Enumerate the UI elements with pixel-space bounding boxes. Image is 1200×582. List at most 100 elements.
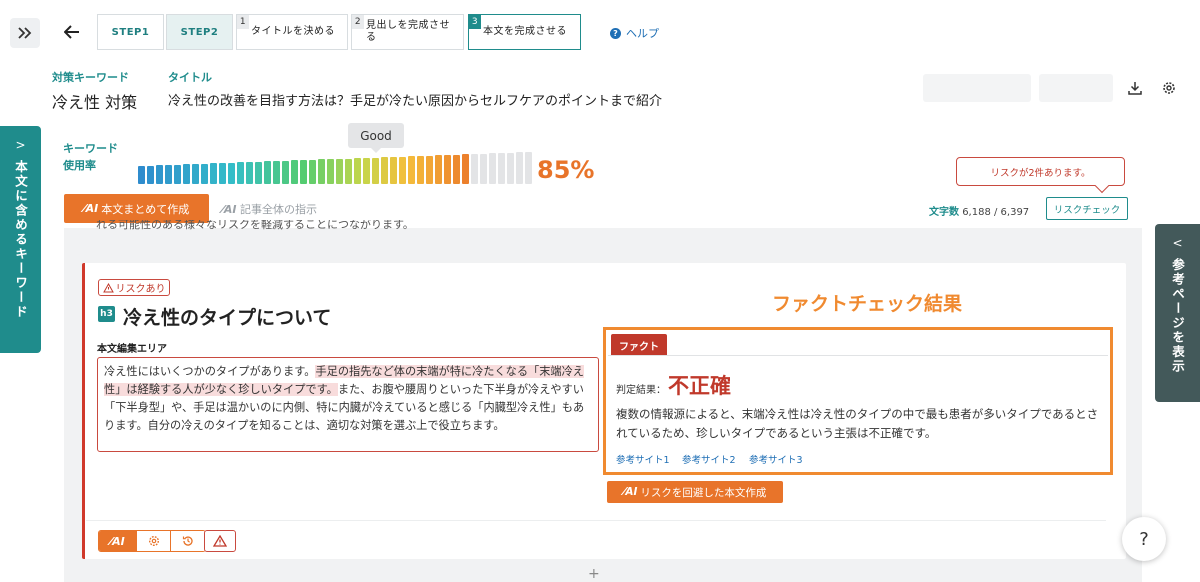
usage-meter-segment (192, 164, 199, 184)
usage-meter-segment (246, 162, 253, 184)
body-text-editor[interactable]: 冷え性にはいくつかのタイプがあります。手足の指先など体の末端が特に冷たくなる「末… (97, 357, 599, 452)
risk-badge: リスクあり (98, 279, 170, 296)
usage-tooltip: Good (348, 123, 404, 153)
usage-meter-segment (336, 159, 343, 184)
expand-sidebar-button[interactable] (10, 18, 40, 48)
download-button[interactable] (1125, 78, 1145, 98)
body-area-label: 本文編集エリア (97, 344, 167, 355)
gear-icon (148, 535, 159, 547)
usage-meter-segment (165, 165, 172, 184)
usage-percent: 85% (537, 156, 595, 184)
risk-check-button[interactable]: リスクチェック (1046, 197, 1128, 220)
usage-meter-segment (363, 158, 370, 184)
usage-meter-segment (219, 163, 226, 184)
button-label: リスクを回避した本文作成 (640, 486, 767, 499)
body-text: 冷え性にはいくつかのタイプがあります。 (104, 365, 316, 378)
ai-generate-all-button[interactable]: ⁄AI 本文まとめて作成 (64, 194, 209, 223)
step-label: STEP1 (111, 26, 150, 38)
risk-warning-button[interactable] (204, 530, 236, 552)
usage-meter-segment (489, 153, 496, 184)
step-2-tab[interactable]: STEP2 (166, 14, 233, 50)
usage-meter-segment (498, 153, 505, 184)
divider (608, 355, 1108, 356)
faded-text: れる可能性のある様々なリスクを軽減することにつながります。 (96, 220, 414, 231)
usage-meter-segment (201, 164, 208, 184)
step-1-tab[interactable]: STEP1 (97, 14, 164, 50)
usage-meter-segment (435, 155, 442, 184)
button-label: 本文まとめて作成 (101, 202, 190, 216)
risk-badge-label: リスクあり (115, 284, 166, 295)
arrow-left-icon (64, 25, 79, 39)
usage-meter-segment (264, 161, 271, 184)
help-link[interactable]: ? ヘルプ (610, 25, 659, 41)
word-count-label: 文字数 (929, 207, 959, 218)
section-action-group: ⁄AI (98, 530, 206, 552)
keyword-label: 対策キーワード (52, 71, 129, 84)
step-number: 3 (469, 15, 481, 29)
step-label: 見出しを完成させる (366, 20, 450, 43)
usage-meter-segment (237, 162, 244, 184)
step-label: タイトルを決める (251, 26, 335, 37)
word-count-value: 6,188 / 6,397 (962, 207, 1030, 218)
usage-meter-segment (273, 161, 280, 184)
toolbar-button-placeholder[interactable] (1039, 74, 1113, 102)
usage-meter-segment (507, 153, 514, 184)
substep-title[interactable]: 1 タイトルを決める (236, 14, 348, 50)
ai-icon: ⁄AI (623, 486, 638, 498)
usage-meter-segment (399, 157, 406, 184)
usage-meter-segment (174, 165, 181, 184)
reference-pages-tab[interactable]: < 参考ページを表示 (1155, 224, 1200, 402)
toolbar-button-placeholder[interactable] (923, 74, 1031, 102)
section-settings-button[interactable] (137, 531, 171, 551)
ai-button[interactable]: ⁄AI (99, 531, 137, 551)
back-button[interactable] (60, 20, 84, 44)
ai-instruction-button[interactable]: ⁄AI 記事全体の指示 (222, 201, 317, 217)
chevron-right-icon: > (15, 138, 26, 152)
ai-risk-avoid-button[interactable]: ⁄AI リスクを回避した本文作成 (607, 481, 783, 503)
verdict-label: 判定結果： (616, 385, 666, 396)
side-tab-label: 本文に含めるキーワード (13, 160, 28, 320)
factcheck-panel (603, 327, 1113, 475)
usage-meter-segment (300, 160, 307, 184)
warning-icon (213, 535, 227, 547)
usage-meter-segment (390, 157, 397, 184)
usage-meter-segment (318, 159, 325, 184)
usage-meter-segment (291, 160, 298, 184)
substep-body[interactable]: 3 本文を完成させる (468, 14, 581, 50)
substep-headings[interactable]: 2 見出しを完成させる (351, 14, 464, 50)
help-fab-button[interactable]: ? (1122, 517, 1166, 561)
usage-meter-segment (210, 163, 217, 184)
usage-meter-segment (381, 157, 388, 184)
verdict-value: 不正確 (668, 374, 731, 398)
usage-label: キーワード 使用率 (63, 140, 118, 174)
word-count: 文字数 6,188 / 6,397 (929, 203, 1029, 218)
usage-meter-segment (327, 159, 334, 184)
side-tab-label: 参考ページを表示 (1170, 258, 1185, 374)
usage-meter-segment (417, 156, 424, 184)
settings-button[interactable] (1159, 78, 1179, 98)
factcheck-tag: ファクト (611, 334, 667, 356)
usage-label-line: 使用率 (63, 159, 96, 172)
usage-meter-segment (444, 155, 451, 184)
add-section-icon[interactable]: + (588, 566, 600, 582)
usage-meter-segment (354, 158, 361, 184)
usage-meter-segment (309, 160, 316, 184)
history-button[interactable] (171, 531, 205, 551)
usage-meter-segment (255, 162, 262, 184)
double-chevron-right-icon (18, 27, 32, 39)
previous-paragraph-text: れる可能性のある様々なリスクを軽減することにつながります。 (96, 220, 996, 234)
reference-link[interactable]: 参考サイト3 (749, 452, 803, 466)
title-label: タイトル (168, 71, 212, 84)
reference-link[interactable]: 参考サイト1 (616, 452, 670, 466)
reference-link[interactable]: 参考サイト2 (682, 452, 736, 466)
risk-count-callout: リスクが2件あります。 (956, 157, 1125, 186)
gear-icon (1163, 82, 1175, 94)
factcheck-explanation: 複数の情報源によると、末端冷え性は冷え性のタイプの中で最も患者が多いタイプである… (616, 407, 1099, 440)
usage-meter (138, 152, 532, 184)
keywords-side-tab[interactable]: > 本文に含めるキーワード (0, 126, 41, 353)
usage-meter-segment (156, 165, 163, 184)
usage-meter-segment (426, 156, 433, 184)
usage-meter-segment (462, 154, 469, 184)
section-heading[interactable]: 冷え性のタイプについて (123, 303, 331, 330)
usage-meter-segment (138, 166, 145, 184)
